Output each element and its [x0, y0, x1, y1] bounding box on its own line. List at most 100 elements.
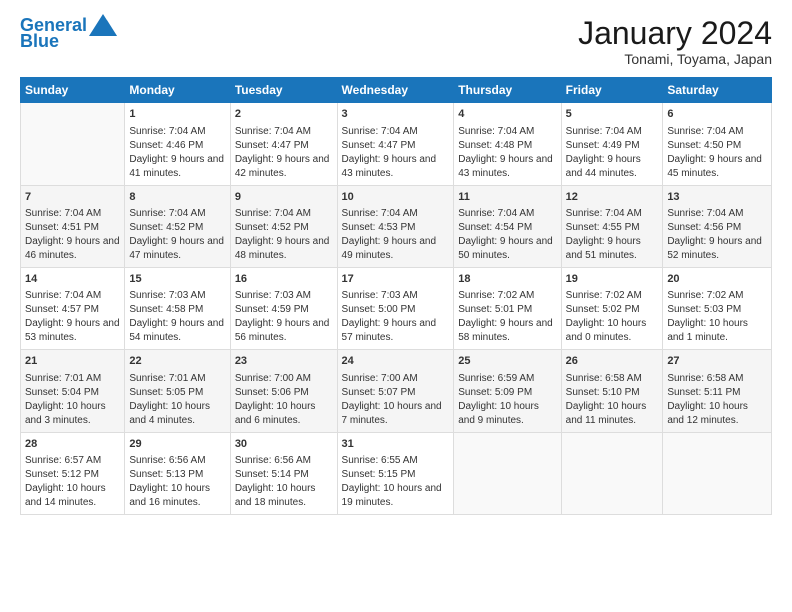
table-row: 29Sunrise: 6:56 AMSunset: 5:13 PMDayligh… [125, 432, 230, 514]
sunrise-text: Sunrise: 6:58 AM [566, 373, 642, 384]
sunset-text: Sunset: 5:10 PM [566, 387, 640, 398]
day-number: 19 [566, 272, 659, 287]
sunrise-text: Sunrise: 7:04 AM [566, 126, 642, 137]
table-row: 27Sunrise: 6:58 AMSunset: 5:11 PMDayligh… [663, 350, 772, 432]
calendar-week-row: 7 Sunrise: 7:04 AM Sunset: 4:51 PM Daylight… [21, 185, 772, 267]
sunrise-text: Sunrise: 7:04 AM [235, 208, 311, 219]
daylight-text: Daylight: 10 hours and 19 minutes. [342, 483, 442, 508]
sunset-text: Sunset: 5:14 PM [235, 469, 309, 480]
sunset-text: Sunset: 4:59 PM [235, 304, 309, 315]
table-row: 4Sunrise: 7:04 AMSunset: 4:48 PMDaylight… [454, 103, 561, 185]
sunset-text: Sunset: 5:07 PM [342, 387, 416, 398]
day-number: 17 [342, 272, 450, 287]
day-number: 30 [235, 437, 333, 452]
sunrise-text: Sunrise: 6:55 AM [342, 455, 418, 466]
sunset-text: Sunset: 5:02 PM [566, 304, 640, 315]
day-number: 7 [25, 190, 120, 205]
day-number: 8 [129, 190, 225, 205]
table-row: 14Sunrise: 7:04 AMSunset: 4:57 PMDayligh… [21, 267, 125, 349]
header-friday: Friday [561, 78, 663, 103]
daylight-text: Daylight: 9 hours and 48 minutes. [235, 236, 330, 261]
table-row: 23Sunrise: 7:00 AMSunset: 5:06 PMDayligh… [230, 350, 337, 432]
table-row: 15Sunrise: 7:03 AMSunset: 4:58 PMDayligh… [125, 267, 230, 349]
day-number: 11 [458, 190, 556, 205]
table-row: 13Sunrise: 7:04 AMSunset: 4:56 PMDayligh… [663, 185, 772, 267]
daylight-text: Daylight: 10 hours and 4 minutes. [129, 401, 210, 426]
day-number: 6 [667, 107, 767, 122]
daylight-text: Daylight: 9 hours and 46 minutes. [25, 236, 120, 261]
day-number: 16 [235, 272, 333, 287]
sunrise-text: Sunrise: 6:56 AM [129, 455, 205, 466]
sunrise-text: Sunrise: 7:00 AM [342, 373, 418, 384]
sunrise-text: Sunrise: 7:01 AM [25, 373, 101, 384]
table-row: 17Sunrise: 7:03 AMSunset: 5:00 PMDayligh… [337, 267, 454, 349]
header-thursday: Thursday [454, 78, 561, 103]
table-row: 7 Sunrise: 7:04 AM Sunset: 4:51 PM Daylight… [21, 185, 125, 267]
table-row: 26Sunrise: 6:58 AMSunset: 5:10 PMDayligh… [561, 350, 663, 432]
sunset-text: Sunset: 4:46 PM [129, 140, 203, 151]
daylight-text: Daylight: 10 hours and 6 minutes. [235, 401, 316, 426]
daylight-text: Daylight: 9 hours and 42 minutes. [235, 154, 330, 179]
sunset-text: Sunset: 4:51 PM [25, 222, 99, 233]
sunrise-text: Sunrise: 7:04 AM [25, 208, 101, 219]
sunset-text: Sunset: 4:56 PM [667, 222, 741, 233]
table-row: 6Sunrise: 7:04 AMSunset: 4:50 PMDaylight… [663, 103, 772, 185]
sunset-text: Sunset: 4:55 PM [566, 222, 640, 233]
daylight-text: Daylight: 10 hours and 0 minutes. [566, 318, 647, 343]
sunset-text: Sunset: 5:04 PM [25, 387, 99, 398]
sunset-text: Sunset: 4:53 PM [342, 222, 416, 233]
table-row: 11Sunrise: 7:04 AMSunset: 4:54 PMDayligh… [454, 185, 561, 267]
sunset-text: Sunset: 4:49 PM [566, 140, 640, 151]
header: General Blue January 2024 Tonami, Toyama… [20, 16, 772, 67]
sunrise-text: Sunrise: 6:57 AM [25, 455, 101, 466]
sunset-text: Sunset: 5:13 PM [129, 469, 203, 480]
table-row: 25Sunrise: 6:59 AMSunset: 5:09 PMDayligh… [454, 350, 561, 432]
header-monday: Monday [125, 78, 230, 103]
day-number: 9 [235, 190, 333, 205]
daylight-text: Daylight: 9 hours and 41 minutes. [129, 154, 224, 179]
day-number: 4 [458, 107, 556, 122]
daylight-text: Daylight: 9 hours and 49 minutes. [342, 236, 437, 261]
table-row: 2Sunrise: 7:04 AMSunset: 4:47 PMDaylight… [230, 103, 337, 185]
day-number: 5 [566, 107, 659, 122]
daylight-text: Daylight: 9 hours and 57 minutes. [342, 318, 437, 343]
day-number: 31 [342, 437, 450, 452]
sunrise-text: Sunrise: 6:58 AM [667, 373, 743, 384]
sunset-text: Sunset: 4:57 PM [25, 304, 99, 315]
sunset-text: Sunset: 4:50 PM [667, 140, 741, 151]
sunrise-text: Sunrise: 7:04 AM [25, 290, 101, 301]
sunrise-text: Sunrise: 7:03 AM [342, 290, 418, 301]
daylight-text: Daylight: 9 hours and 53 minutes. [25, 318, 120, 343]
sunrise-text: Sunrise: 7:02 AM [458, 290, 534, 301]
day-number: 24 [342, 354, 450, 369]
table-row [663, 432, 772, 514]
daylight-text: Daylight: 9 hours and 58 minutes. [458, 318, 553, 343]
sunrise-text: Sunrise: 7:04 AM [129, 126, 205, 137]
sunset-text: Sunset: 4:58 PM [129, 304, 203, 315]
daylight-text: Daylight: 9 hours and 43 minutes. [458, 154, 553, 179]
daylight-text: Daylight: 10 hours and 9 minutes. [458, 401, 539, 426]
sunset-text: Sunset: 4:47 PM [235, 140, 309, 151]
day-number: 18 [458, 272, 556, 287]
table-row: 30Sunrise: 6:56 AMSunset: 5:14 PMDayligh… [230, 432, 337, 514]
sunrise-text: Sunrise: 7:00 AM [235, 373, 311, 384]
calendar-week-row: 28Sunrise: 6:57 AMSunset: 5:12 PMDayligh… [21, 432, 772, 514]
day-number: 15 [129, 272, 225, 287]
daylight-text: Daylight: 9 hours and 51 minutes. [566, 236, 641, 261]
sunset-text: Sunset: 5:05 PM [129, 387, 203, 398]
day-number: 2 [235, 107, 333, 122]
daylight-text: Daylight: 10 hours and 7 minutes. [342, 401, 442, 426]
table-row: 3Sunrise: 7:04 AMSunset: 4:47 PMDaylight… [337, 103, 454, 185]
daylight-text: Daylight: 10 hours and 18 minutes. [235, 483, 316, 508]
table-row: 18Sunrise: 7:02 AMSunset: 5:01 PMDayligh… [454, 267, 561, 349]
calendar-header-row: Sunday Monday Tuesday Wednesday Thursday… [21, 78, 772, 103]
sunrise-text: Sunrise: 7:04 AM [342, 126, 418, 137]
logo-icon [89, 14, 117, 36]
daylight-text: Daylight: 9 hours and 43 minutes. [342, 154, 437, 179]
table-row: 8Sunrise: 7:04 AMSunset: 4:52 PMDaylight… [125, 185, 230, 267]
table-row: 31Sunrise: 6:55 AMSunset: 5:15 PMDayligh… [337, 432, 454, 514]
sunrise-text: Sunrise: 7:03 AM [235, 290, 311, 301]
day-number: 13 [667, 190, 767, 205]
table-row: 28Sunrise: 6:57 AMSunset: 5:12 PMDayligh… [21, 432, 125, 514]
day-number: 25 [458, 354, 556, 369]
